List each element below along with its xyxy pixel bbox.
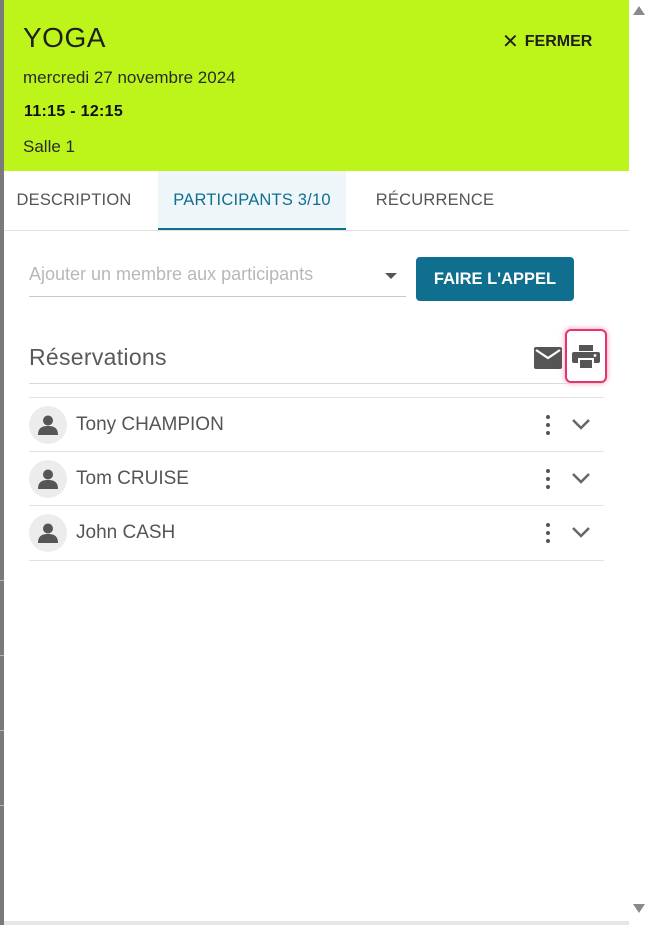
avatar[interactable] <box>29 514 67 552</box>
participant-name: Tony CHAMPION <box>76 414 224 435</box>
dropdown-caret-icon <box>385 273 397 279</box>
participant-row: Tom CRUISE <box>29 451 604 506</box>
person-icon <box>38 469 58 489</box>
participant-row: Tony CHAMPION <box>29 397 604 452</box>
participant-name: Tom CRUISE <box>76 468 189 489</box>
participant-name: John CASH <box>76 522 176 543</box>
close-icon: ✕ <box>502 31 519 53</box>
event-room: Salle 1 <box>23 137 75 156</box>
mail-icon[interactable] <box>534 347 562 369</box>
reservations-title: Réservations <box>29 344 167 370</box>
add-member-select[interactable]: Ajouter un membre aux participants <box>29 256 406 297</box>
reservations-divider <box>29 383 604 384</box>
participant-row: John CASH <box>29 505 604 561</box>
chevron-down-icon[interactable] <box>571 524 591 540</box>
tab-recurrence[interactable]: RÉCURRENCE <box>360 171 510 230</box>
close-button[interactable]: ✕ FERMER <box>502 30 592 54</box>
event-details-panel: YOGA mercredi 27 novembre 2024 11:15 - 1… <box>4 0 629 925</box>
avatar[interactable] <box>29 406 67 444</box>
print-icon <box>572 345 600 368</box>
chevron-down-icon[interactable] <box>571 470 591 486</box>
more-options-icon[interactable] <box>542 521 554 545</box>
more-options-icon[interactable] <box>542 467 554 491</box>
close-label: FERMER <box>524 33 593 50</box>
more-options-icon[interactable] <box>542 413 554 437</box>
panel-bottom-edge <box>4 921 629 925</box>
tab-participants[interactable]: PARTICIPANTS 3/10 <box>158 171 346 230</box>
tab-description[interactable]: DESCRIPTION <box>4 171 144 230</box>
scroll-up-arrow-icon[interactable] <box>633 6 645 15</box>
avatar[interactable] <box>29 460 67 498</box>
event-time: 11:15 - 12:15 <box>24 103 124 120</box>
roll-call-button[interactable]: FAIRE L'APPEL <box>416 257 574 301</box>
print-button[interactable] <box>565 329 607 383</box>
scrollbar[interactable] <box>629 0 648 925</box>
add-member-placeholder: Ajouter un membre aux participants <box>29 264 314 284</box>
chevron-down-icon[interactable] <box>571 416 591 432</box>
scroll-down-arrow-icon[interactable] <box>633 904 645 913</box>
event-header: YOGA mercredi 27 novembre 2024 11:15 - 1… <box>4 0 629 171</box>
person-icon <box>38 523 58 543</box>
event-title: YOGA <box>23 22 106 53</box>
person-icon <box>38 415 58 435</box>
event-date: mercredi 27 novembre 2024 <box>23 68 236 87</box>
tab-bar: DESCRIPTION PARTICIPANTS 3/10 RÉCURRENCE <box>4 171 629 231</box>
